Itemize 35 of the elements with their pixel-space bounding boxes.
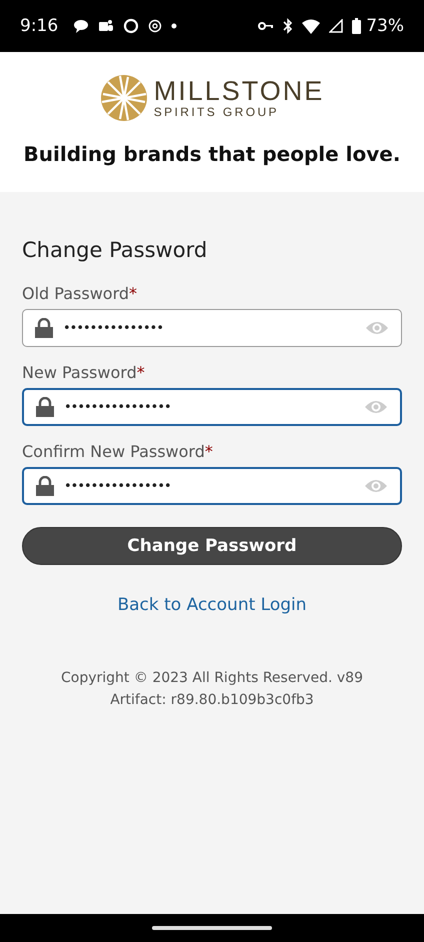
- eye-icon[interactable]: [364, 399, 388, 415]
- brand-name: MILLSTONE: [154, 77, 324, 105]
- brand-subtitle: SPIRITS GROUP: [154, 105, 280, 119]
- tagline: Building brands that people love.: [24, 142, 400, 166]
- required-mark: *: [129, 284, 138, 303]
- ring-icon: [123, 18, 140, 34]
- back-to-login-link[interactable]: Back to Account Login: [117, 595, 307, 615]
- lock-icon: [35, 318, 53, 338]
- change-password-button[interactable]: Change Password: [22, 527, 402, 565]
- battery-percent: 73%: [366, 16, 404, 36]
- chat-bubble-icon: [73, 19, 90, 33]
- signal-icon: [329, 19, 344, 33]
- key-icon: [258, 21, 274, 31]
- password-field[interactable]: •••••••••••••••: [22, 309, 402, 347]
- required-mark: *: [204, 442, 213, 461]
- required-mark: *: [136, 363, 145, 382]
- eye-icon[interactable]: [364, 478, 388, 494]
- wifi-icon: [302, 18, 320, 34]
- lock-icon: [36, 397, 54, 417]
- eye-icon[interactable]: [365, 320, 389, 336]
- field-label: New Password: [22, 363, 137, 382]
- home-handle[interactable]: [152, 926, 272, 930]
- field-label: Confirm New Password: [22, 442, 205, 461]
- copyright-text: Copyright © 2023 All Rights Reserved. v89 Artifact: r89.80.b109b3c0fb3: [60, 669, 364, 710]
- password-field[interactable]: ••••••••••••••••: [22, 388, 402, 426]
- bluetooth-icon: [283, 18, 294, 34]
- password-field[interactable]: ••••••••••••••••: [22, 467, 402, 505]
- dot-icon: [171, 23, 178, 29]
- form-title: Change Password: [22, 238, 208, 262]
- battery-icon: [352, 18, 362, 34]
- team-app-icon: [98, 19, 114, 33]
- status-time: 9:16: [20, 16, 58, 36]
- logo-icon: [100, 74, 148, 122]
- lock-icon: [36, 476, 54, 496]
- field-label: Old Password: [22, 284, 130, 303]
